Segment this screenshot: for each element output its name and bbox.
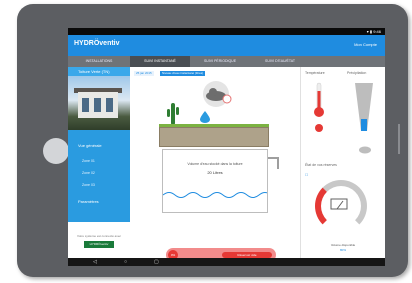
reserve-chip: ☐ bbox=[305, 173, 309, 177]
home-button[interactable] bbox=[43, 138, 69, 164]
home-soft-icon[interactable]: ○ bbox=[124, 258, 127, 266]
tank-wave bbox=[163, 192, 267, 198]
tablet-screen: ▾ ▮ 9:46 HYDRÖventiv Mon Compte INSTALLA… bbox=[68, 28, 385, 266]
water-tank: Volume d'eau stocké dans la toiture 20 L… bbox=[162, 149, 268, 213]
sun-icon bbox=[315, 124, 323, 132]
status-bar: ▾ ▮ 9:46 bbox=[68, 28, 385, 35]
tab-installations[interactable]: INSTALLATIONS bbox=[68, 56, 130, 67]
precipitation-title: Précipitation bbox=[347, 71, 367, 75]
tank-label: Volume d'eau stocké dans la toiture bbox=[187, 162, 243, 166]
sidebar: Toiture Verte (TN) Vue générale Zone 01 … bbox=[68, 67, 130, 262]
live-label[interactable]: Niveau d'eau instantané (litres) bbox=[160, 71, 206, 76]
tank-value: 20 Litres bbox=[207, 170, 223, 175]
water-drop-icon bbox=[200, 111, 210, 123]
tank-icon bbox=[330, 198, 348, 210]
reserve-title: État de vos réserves bbox=[305, 163, 337, 167]
thermometer-icon bbox=[314, 82, 324, 117]
android-nav-bar: ◁ ○ ▢ bbox=[68, 258, 385, 266]
weather-cloud-icon bbox=[203, 81, 232, 107]
window bbox=[94, 98, 101, 112]
sidebar-item-parametres[interactable]: Paramètres bbox=[68, 196, 130, 207]
cactus-icon bbox=[167, 103, 179, 125]
top-nav: INSTALLATIONS SUIVI INSTANTANÉ SUIVI PÉR… bbox=[68, 56, 385, 67]
rain-gauge-icon bbox=[355, 83, 373, 131]
app-logo: HYDRÖventiv bbox=[74, 40, 120, 47]
window bbox=[82, 98, 89, 112]
tab-suivi-etat[interactable]: SUIVI D'EAU/ÉTAT bbox=[250, 56, 310, 67]
app-bar: HYDRÖventiv Mon Compte bbox=[68, 35, 385, 56]
drain-pipe bbox=[277, 157, 279, 169]
tab-suivi-periodique[interactable]: SUIVI PÉRIODIQUE bbox=[190, 56, 250, 67]
installation-photo bbox=[68, 76, 130, 130]
right-panel: Température Précipitation État de vos ré… bbox=[300, 67, 385, 262]
green-roof-substrate bbox=[159, 127, 269, 147]
sidebar-sub-zone1[interactable]: Zone 01 bbox=[82, 159, 95, 163]
recent-apps-icon[interactable]: ▢ bbox=[154, 258, 159, 266]
gauge-caption: Volume disponible bbox=[330, 243, 356, 247]
cloud-icon bbox=[359, 146, 371, 154]
back-icon[interactable]: ◁ bbox=[93, 258, 97, 266]
gauge-value: 80% bbox=[339, 248, 346, 252]
sidebar-sub-zone2[interactable]: Zone 02 bbox=[82, 171, 95, 175]
footer-text: Votre système est connecté avec bbox=[76, 234, 122, 238]
temperature-title: Température bbox=[305, 71, 325, 75]
account-link[interactable]: Mon Compte bbox=[354, 42, 377, 47]
sidebar-footer: Votre système est connecté avec HYDRÖven… bbox=[68, 222, 130, 262]
date-label[interactable]: 25 jan 2015 bbox=[134, 71, 154, 76]
main-content: 25 jan 2015 Niveau d'eau instantané (lit… bbox=[130, 67, 300, 262]
window bbox=[106, 98, 113, 112]
tab-suivi-instantane[interactable]: SUIVI INSTANTANÉ bbox=[130, 56, 190, 67]
sidebar-item-vue-generale[interactable]: Vue générale bbox=[68, 140, 130, 151]
sidebar-title[interactable]: Toiture Verte (TN) bbox=[68, 67, 130, 76]
sidebar-sub-zone3[interactable]: Zone 03 bbox=[82, 183, 95, 187]
brand-badge: HYDRÖventiv bbox=[84, 241, 114, 248]
side-edge bbox=[398, 124, 400, 154]
